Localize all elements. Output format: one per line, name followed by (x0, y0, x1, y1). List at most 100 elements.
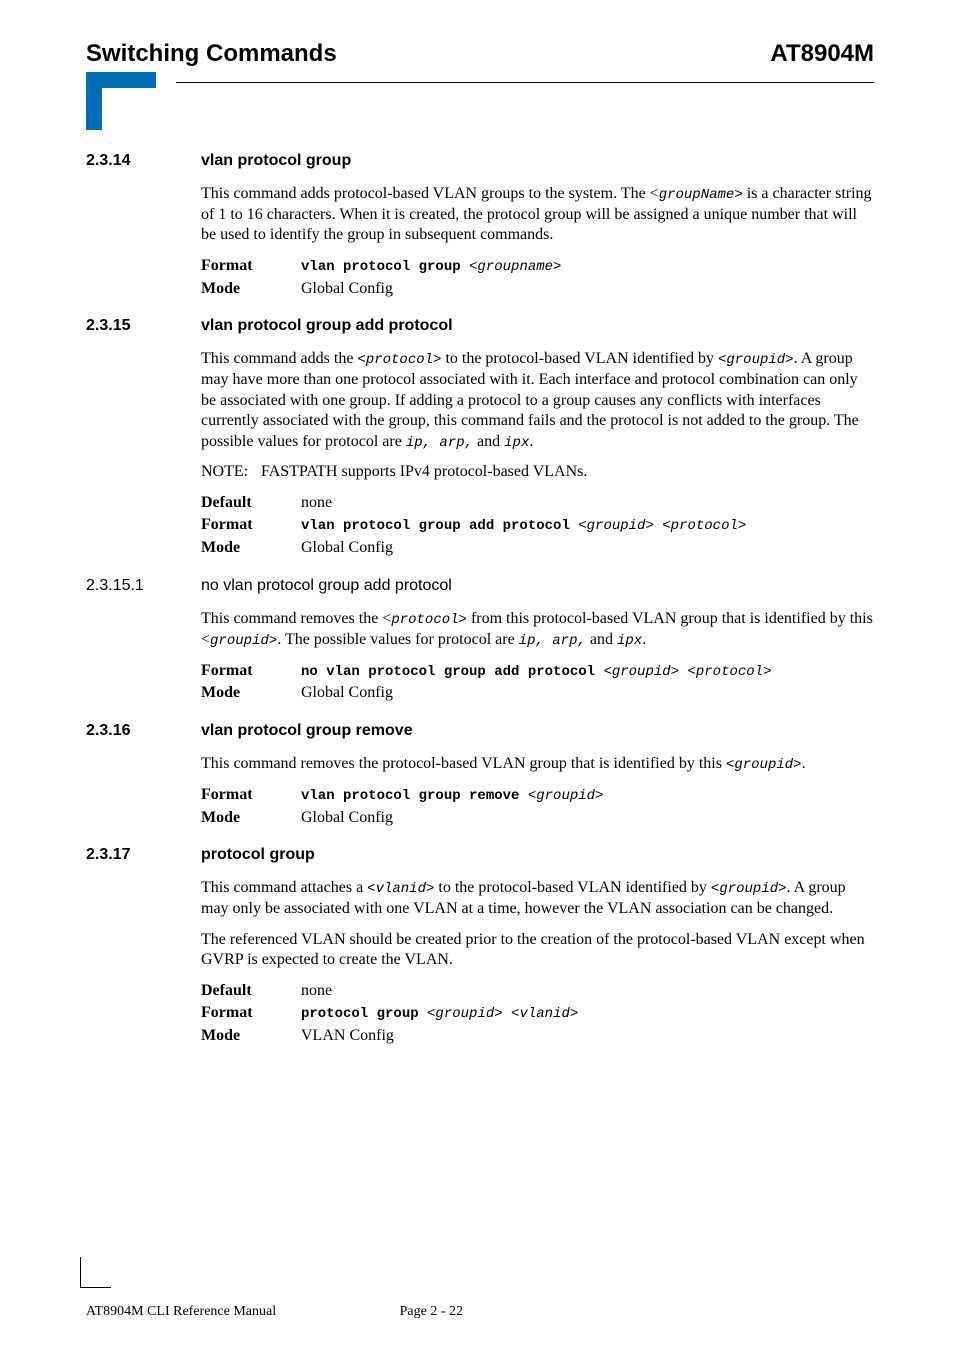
row-label: Format (201, 515, 301, 536)
mode-row: Mode VLAN Config (201, 1026, 874, 1046)
header-right: AT8904M (770, 40, 874, 68)
section-number: 2.3.16 (86, 722, 201, 740)
note-row: NOTE: FASTPATH supports IPv4 protocol-ba… (201, 462, 874, 482)
code-ital: <groupid> <protocol> (603, 664, 771, 680)
inline-code: ipx (617, 633, 642, 649)
paragraph: This command removes the protocol-based … (201, 754, 874, 775)
section-title: no vlan protocol group add protocol (201, 577, 452, 595)
page-header: Switching Commands AT8904M (80, 40, 874, 68)
text: . The possible values for protocol are (277, 631, 518, 648)
text: This command adds protocol-based VLAN gr… (201, 185, 659, 202)
inline-code: protocol> (391, 612, 467, 628)
row-label: Format (201, 661, 301, 682)
row-label: Format (201, 785, 301, 806)
section-title: protocol group (201, 846, 315, 864)
header-rule (176, 82, 874, 83)
code-ital: <groupid> <vlanid> (427, 1006, 578, 1022)
inline-code: <groupid> (718, 352, 794, 368)
format-row: Format vlan protocol group remove <group… (201, 785, 874, 806)
row-value: none (301, 981, 874, 1001)
row-value: VLAN Config (301, 1026, 874, 1046)
note-label: NOTE: (201, 462, 261, 482)
mode-row: Mode Global Config (201, 808, 874, 828)
default-row: Default none (201, 981, 874, 1001)
logo-bar-left (86, 72, 102, 130)
section-title: vlan protocol group (201, 152, 351, 170)
code-ital: <groupid> (528, 788, 604, 804)
paragraph: This command removes the <protocol> from… (201, 609, 874, 651)
row-value: Global Config (301, 279, 874, 299)
row-label: Mode (201, 538, 301, 558)
footer-left: AT8904M CLI Reference Manual (86, 1304, 276, 1319)
section-title: vlan protocol group remove (201, 722, 413, 740)
note-text: FASTPATH supports IPv4 protocol-based VL… (261, 462, 587, 482)
inline-code: ipx (504, 435, 529, 451)
section-number: 2.3.14 (86, 152, 201, 170)
default-row: Default none (201, 493, 874, 513)
row-label: Mode (201, 279, 301, 299)
paragraph: This command adds the <protocol> to the … (201, 349, 874, 452)
text: This command adds the (201, 350, 357, 367)
footer-corner-mark (80, 1257, 111, 1288)
row-label: Default (201, 981, 301, 1001)
code-bold: vlan protocol group (301, 259, 469, 275)
inline-code: groupName> (659, 187, 743, 203)
text: to the protocol-based VLAN identified by (441, 350, 718, 367)
section-heading-2-3-14: 2.3.14 vlan protocol group (86, 152, 874, 170)
inline-code: <groupid> (711, 881, 787, 897)
page-footer: AT8904M CLI Reference Manual Page 2 - 22 (80, 1257, 874, 1320)
section-number: 2.3.15 (86, 317, 201, 335)
format-row: Format no vlan protocol group add protoc… (201, 661, 874, 682)
row-label: Default (201, 493, 301, 513)
text: This command attaches a (201, 879, 367, 896)
row-value: none (301, 493, 874, 513)
row-label: Format (201, 256, 301, 277)
section-heading-2-3-15-1: 2.3.15.1 no vlan protocol group add prot… (86, 577, 874, 595)
text: . (642, 631, 646, 648)
paragraph: The referenced VLAN should be created pr… (201, 930, 874, 971)
row-label: Format (201, 1003, 301, 1024)
text: . (529, 433, 533, 450)
code-bold: vlan protocol group remove (301, 788, 528, 804)
format-row: Format vlan protocol group add protocol … (201, 515, 874, 536)
paragraph: This command adds protocol-based VLAN gr… (201, 184, 874, 246)
row-label: Mode (201, 683, 301, 703)
brand-logo (86, 72, 156, 130)
code-bold: vlan protocol group add protocol (301, 518, 578, 534)
footer-page: Page 2 - 22 (400, 1304, 463, 1320)
row-value: Global Config (301, 538, 874, 558)
text: and (473, 433, 504, 450)
mode-row: Mode Global Config (201, 538, 874, 558)
code-ital: <groupname> (469, 259, 561, 275)
section-title: vlan protocol group add protocol (201, 317, 453, 335)
inline-code: ip, arp, (406, 435, 473, 451)
paragraph: This command attaches a <vlanid> to the … (201, 878, 874, 919)
text: to the protocol-based VLAN identified by (434, 879, 711, 896)
inline-code: groupid> (210, 633, 277, 649)
inline-code: <vlanid> (367, 881, 434, 897)
header-left: Switching Commands (86, 40, 337, 68)
section-heading-2-3-15: 2.3.15 vlan protocol group add protocol (86, 317, 874, 335)
row-value: Global Config (301, 808, 874, 828)
header-rule-area (86, 82, 874, 142)
text: . (802, 755, 806, 772)
row-label: Mode (201, 808, 301, 828)
section-number: 2.3.17 (86, 846, 201, 864)
text: This command removes the < (201, 610, 391, 627)
code-bold: protocol group (301, 1006, 427, 1022)
mode-row: Mode Global Config (201, 683, 874, 703)
row-value: Global Config (301, 683, 874, 703)
inline-code: <groupid> (726, 757, 802, 773)
section-number: 2.3.15.1 (86, 577, 201, 595)
text: and (586, 631, 617, 648)
format-row: Format vlan protocol group <groupname> (201, 256, 874, 277)
section-heading-2-3-17: 2.3.17 protocol group (86, 846, 874, 864)
text: This command removes the protocol-based … (201, 755, 726, 772)
code-bold: no vlan protocol group add protocol (301, 664, 603, 680)
row-label: Mode (201, 1026, 301, 1046)
mode-row: Mode Global Config (201, 279, 874, 299)
section-heading-2-3-16: 2.3.16 vlan protocol group remove (86, 722, 874, 740)
inline-code: ip, arp, (519, 633, 586, 649)
format-row: Format protocol group <groupid> <vlanid> (201, 1003, 874, 1024)
code-ital: <groupid> <protocol> (578, 518, 746, 534)
